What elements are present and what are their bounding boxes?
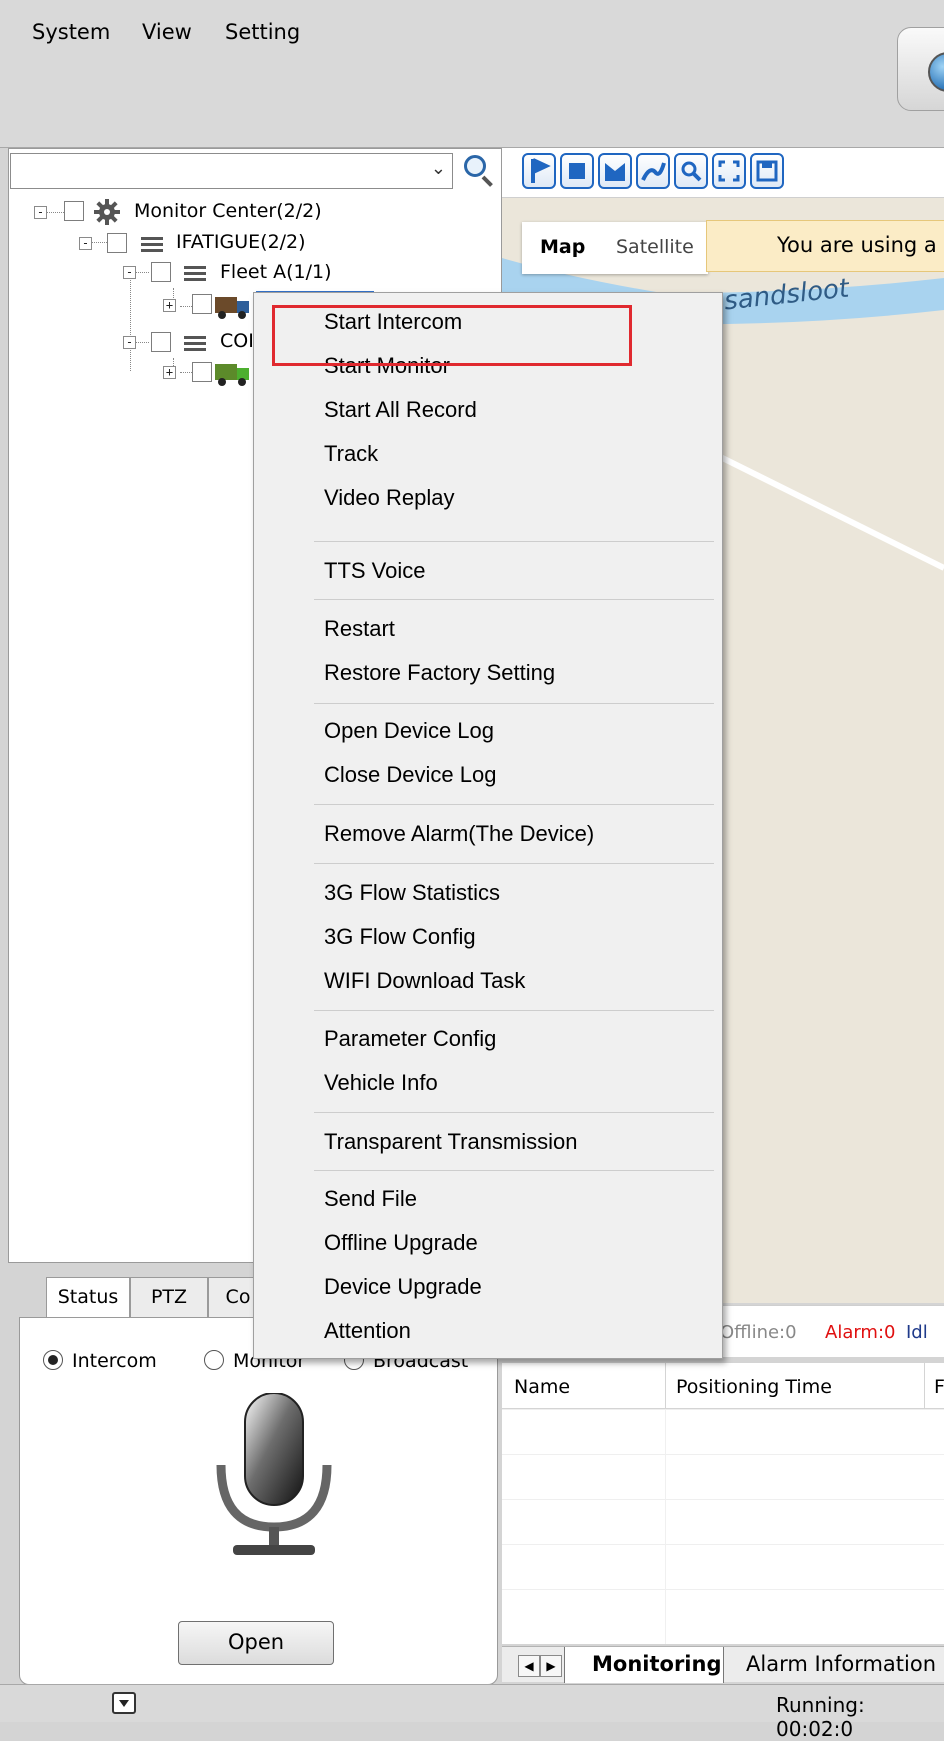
menu-system[interactable]: System xyxy=(32,20,110,44)
vehicle-grid-body[interactable] xyxy=(502,1409,944,1644)
map-toolbar xyxy=(502,148,944,198)
highlight-annotation-box xyxy=(272,305,632,366)
stop-icon[interactable] xyxy=(560,153,594,189)
menu-item-tts-voice[interactable]: TTS Voice xyxy=(324,558,425,584)
tree-collapse-toggle[interactable]: - xyxy=(79,237,92,250)
group-list-icon xyxy=(184,334,206,354)
menu-item-video-replay[interactable]: Video Replay xyxy=(324,485,454,511)
group-list-icon xyxy=(141,235,163,255)
play-flag-icon[interactable] xyxy=(522,153,556,189)
chevron-down-icon[interactable]: ⌄ xyxy=(431,158,446,179)
column-header-partial[interactable]: F xyxy=(934,1376,944,1398)
tree-expand-toggle[interactable]: + xyxy=(163,299,176,312)
gear-icon xyxy=(92,197,122,227)
menu-item-transparent-transmission[interactable]: Transparent Transmission xyxy=(324,1129,578,1155)
globe-icon xyxy=(928,52,944,92)
running-time: Running: 00:02:0 xyxy=(776,1693,865,1741)
monitor-radio[interactable] xyxy=(204,1350,224,1370)
menu-item-parameter-config[interactable]: Parameter Config xyxy=(324,1026,496,1052)
route-line-icon[interactable] xyxy=(636,153,670,189)
map-globe-button[interactable] xyxy=(897,27,944,111)
search-icon xyxy=(464,155,486,177)
tree-expand-toggle[interactable]: + xyxy=(163,366,176,379)
menu-item-open-device-log[interactable]: Open Device Log xyxy=(324,718,494,744)
menu-item-remove-alarm[interactable]: Remove Alarm(The Device) xyxy=(324,821,594,847)
tree-node-fleet-a[interactable]: Fleet A(1/1) xyxy=(220,261,331,283)
menu-item-device-upgrade[interactable]: Device Upgrade xyxy=(324,1274,482,1300)
group-list-icon xyxy=(184,264,206,284)
menu-item-3g-flow-config[interactable]: 3G Flow Config xyxy=(324,924,476,950)
tree-node-second-group[interactable]: COI xyxy=(220,330,254,352)
microphone-icon xyxy=(207,1392,357,1563)
tree-checkbox[interactable] xyxy=(64,201,84,221)
tab-alarm-information[interactable]: Alarm Information xyxy=(746,1652,936,1676)
menu-view[interactable]: View xyxy=(142,20,192,44)
menu-item-restore-factory-setting[interactable]: Restore Factory Setting xyxy=(324,660,555,686)
context-menu: Start Intercom Start Monitor Start All R… xyxy=(253,292,723,1359)
menu-item-attention[interactable]: Attention xyxy=(324,1318,411,1344)
tree-checkbox[interactable] xyxy=(151,332,171,352)
tab-monitoring[interactable]: Monitoring xyxy=(592,1652,721,1676)
open-intercom-button[interactable]: Open xyxy=(178,1621,334,1665)
menu-item-offline-upgrade[interactable]: Offline Upgrade xyxy=(324,1230,478,1256)
menu-item-close-device-log[interactable]: Close Device Log xyxy=(324,762,496,788)
tab-status[interactable]: Status xyxy=(46,1277,130,1317)
tree-checkbox[interactable] xyxy=(192,362,212,382)
map-type-satellite-button[interactable]: Satellite xyxy=(616,236,694,258)
intercom-radio[interactable] xyxy=(43,1350,63,1370)
menu-item-send-file[interactable]: Send File xyxy=(324,1186,417,1212)
menu-item-wifi-download-task[interactable]: WIFI Download Task xyxy=(324,968,525,994)
collapse-panel-icon[interactable] xyxy=(112,1692,136,1714)
tree-node-monitor-center[interactable]: Monitor Center(2/2) xyxy=(134,200,322,222)
column-header-positioning-time[interactable]: Positioning Time xyxy=(676,1376,832,1398)
menu-item-3g-flow-statistics[interactable]: 3G Flow Statistics xyxy=(324,880,500,906)
zoom-search-icon[interactable] xyxy=(674,153,708,189)
menu-item-track[interactable]: Track xyxy=(324,441,378,467)
fullscreen-icon[interactable] xyxy=(712,153,746,189)
tab-scroll-left-icon[interactable]: ◀ xyxy=(518,1655,540,1677)
status-bar: Running: 00:02:0 xyxy=(0,1684,944,1741)
tree-node-company[interactable]: IFATIGUE(2/2) xyxy=(176,231,306,253)
tree-checkbox[interactable] xyxy=(151,262,171,282)
device-search-combobox[interactable]: ⌄ xyxy=(10,153,453,189)
tab-scroll-right-icon[interactable]: ▶ xyxy=(540,1655,562,1677)
map-warning-banner: You are using a xyxy=(706,220,944,272)
tree-collapse-toggle[interactable]: - xyxy=(123,266,136,279)
intercom-radio-label[interactable]: Intercom xyxy=(72,1350,157,1372)
idle-count: Idl xyxy=(906,1322,928,1343)
offline-count: Offline:0 xyxy=(720,1322,797,1343)
bottom-tab-strip: ◀ ▶ Monitoring Alarm Information xyxy=(502,1646,944,1683)
truck-icon xyxy=(215,295,249,319)
menu-item-vehicle-info[interactable]: Vehicle Info xyxy=(324,1070,438,1096)
menu-item-restart[interactable]: Restart xyxy=(324,616,395,642)
map-type-map-button[interactable]: Map xyxy=(540,236,585,258)
truck-icon xyxy=(215,362,249,386)
tab-ptz[interactable]: PTZ xyxy=(130,1277,208,1317)
search-button[interactable] xyxy=(459,152,497,190)
menu-setting[interactable]: Setting xyxy=(225,20,300,44)
tree-checkbox[interactable] xyxy=(107,233,127,253)
alarm-count: Alarm:0 xyxy=(825,1322,896,1343)
tree-checkbox[interactable] xyxy=(192,294,212,314)
tree-collapse-toggle[interactable]: - xyxy=(34,206,47,219)
region-icon[interactable] xyxy=(598,153,632,189)
tree-collapse-toggle[interactable]: - xyxy=(123,336,136,349)
column-header-name[interactable]: Name xyxy=(514,1376,570,1398)
vehicle-grid-header: Name Positioning Time F xyxy=(502,1363,944,1409)
map-type-control: Map Satellite xyxy=(522,222,708,274)
menu-bar: System View Setting xyxy=(0,0,944,148)
save-icon[interactable] xyxy=(750,153,784,189)
menu-item-start-all-record[interactable]: Start All Record xyxy=(324,397,477,423)
